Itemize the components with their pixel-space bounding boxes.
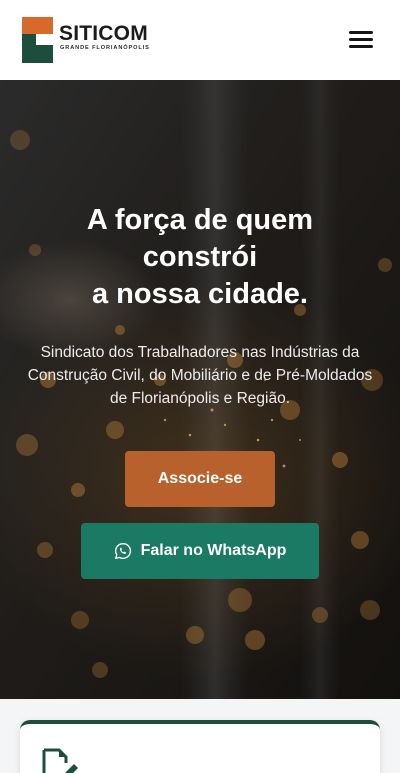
logo-subtitle: GRANDE FLORIANÓPOLIS	[60, 45, 150, 51]
hamburger-menu-icon[interactable]	[346, 27, 376, 53]
hero-title-line: a nossa cidade.	[92, 278, 308, 310]
hero-description: Sindicato dos Trabalhadores nas Indústri…	[27, 344, 373, 407]
logo-mark-icon	[22, 17, 53, 63]
siticom-logo[interactable]: SITICOM GRANDE FLORIANÓPOLIS	[22, 17, 172, 63]
edit-document-icon	[42, 748, 78, 773]
hero-title: A força de quem constrói a nossa cidade.	[20, 202, 380, 313]
feature-card	[20, 720, 380, 773]
whatsapp-button-label: Falar no WhatsApp	[140, 542, 287, 559]
site-header: SITICOM GRANDE FLORIANÓPOLIS	[0, 0, 400, 80]
hero-title-line: A força de quem	[86, 204, 314, 236]
logo-name: SITICOM	[59, 22, 148, 45]
whatsapp-icon	[114, 542, 131, 560]
hero-section: A força de quem constrói a nossa cidade.…	[0, 80, 400, 699]
whatsapp-button[interactable]: Falar no WhatsApp	[81, 523, 319, 579]
associe-se-button[interactable]: Associe-se	[125, 451, 275, 507]
hero-title-line: constrói	[142, 241, 258, 273]
